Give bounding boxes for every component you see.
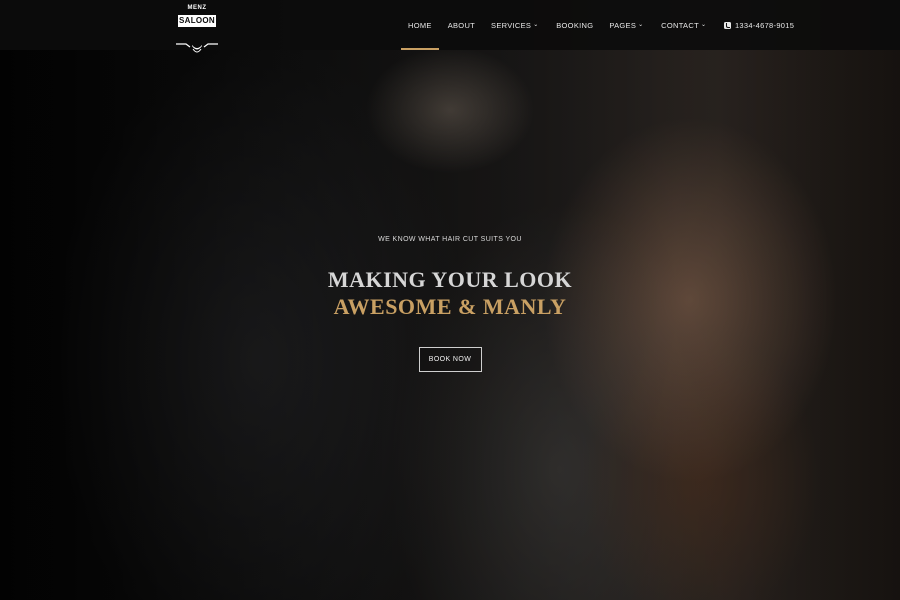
book-now-button[interactable]: BOOK NOW <box>418 347 482 372</box>
phone-link[interactable]: 1334-4678-9015 <box>716 0 802 50</box>
nav-item-label: SERVICES <box>491 20 532 30</box>
phone-number: 1334-4678-9015 <box>734 20 795 30</box>
logo-main-text: SALOON <box>178 15 216 27</box>
nav-item-booking[interactable]: BOOKING <box>548 0 601 50</box>
mustache-icon <box>176 43 218 53</box>
chevron-down-icon: ⌄ <box>533 21 539 28</box>
nav-item-label: CONTACT <box>661 20 699 30</box>
hero-tagline: WE KNOW WHAT HAIR CUT SUITS YOU <box>378 236 522 243</box>
nav-item-home[interactable]: HOME <box>400 0 440 50</box>
nav-item-label: ABOUT <box>447 20 476 30</box>
nav-item-label: PAGES <box>609 20 637 30</box>
nav-item-label: BOOKING <box>556 20 594 30</box>
nav-item-services[interactable]: SERVICES ⌄ <box>483 0 548 50</box>
brand-logo[interactable]: MENZ SALOON <box>172 4 222 53</box>
hero-content: WE KNOW WHAT HAIR CUT SUITS YOU MAKING Y… <box>300 230 600 372</box>
chevron-down-icon: ⌄ <box>638 21 644 28</box>
nav-item-about[interactable]: ABOUT <box>440 0 483 50</box>
hero-headline-line2: AWESOME & MANLY <box>333 294 567 319</box>
hero-headline-line1: MAKING YOUR LOOK <box>327 267 573 292</box>
nav-item-label: HOME <box>408 20 432 30</box>
navbar: MENZ SALOON HOME ABOUT SERVICES ⌄ BOOKIN… <box>0 0 900 53</box>
phone-icon <box>723 21 731 29</box>
chevron-down-icon: ⌄ <box>700 21 707 28</box>
nav-item-contact[interactable]: CONTACT ⌄ <box>653 0 716 50</box>
nav-item-pages[interactable]: PAGES ⌄ <box>601 0 653 50</box>
logo-top-text: MENZ <box>187 5 207 11</box>
main-nav: HOME ABOUT SERVICES ⌄ BOOKING PAGES ⌄ CO… <box>400 0 802 50</box>
